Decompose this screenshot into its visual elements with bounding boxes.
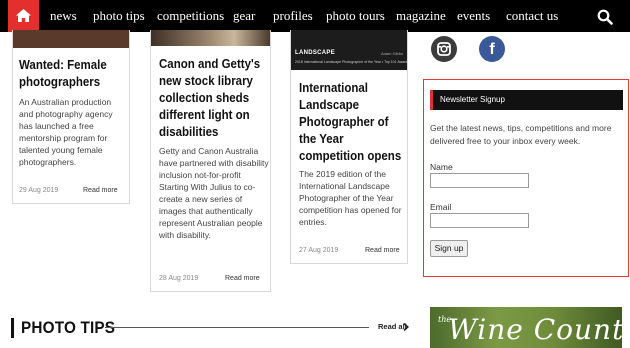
read-more-link[interactable]: Read more [225,275,260,282]
chevron-right-icon[interactable] [403,323,409,331]
article-card[interactable]: Wanted: Female photographers An Australi… [12,30,130,204]
nav-item-photo-tours[interactable]: photo tours [326,0,385,32]
article-excerpt: The 2019 edition of the International La… [299,169,402,227]
article-card[interactable]: LANDSCAPE 2018 International Landscape P… [290,30,408,264]
read-more-link[interactable]: Read more [365,247,400,254]
article-date: 29 Aug 2019 [19,187,59,194]
newsletter-header: Newsletter Signup [430,90,623,110]
article-date: 28 Aug 2019 [159,275,199,282]
search-icon[interactable] [597,9,613,25]
section-accent-bar [11,318,14,338]
nav-item-competitions[interactable]: competitions [157,0,224,32]
instagram-icon [437,42,451,56]
sign-up-button[interactable]: Sign up [430,240,468,257]
instagram-link[interactable] [431,36,457,62]
article-title[interactable]: International Landscape Photographer of … [299,80,408,165]
read-more-link[interactable]: Read more [83,187,118,194]
thumbnail-credit: Adam Gibbs [380,51,403,56]
section-title: PHOTO TIPS [21,318,116,337]
header-accent-bar [430,90,433,110]
article-title[interactable]: Wanted: Female photographers [19,57,128,91]
article-excerpt: An Australian production and photography… [19,97,113,167]
name-field[interactable] [430,173,529,188]
email-field[interactable] [430,213,529,228]
thumbnail-brand: LANDSCAPE [295,50,336,56]
article-title[interactable]: Canon and Getty's new stock library coll… [159,56,268,141]
nav-item-events[interactable]: events [457,0,490,32]
name-label: Name [430,162,453,172]
thumbnail-caption: 2018 International Landscape Photographe… [295,60,408,64]
newsletter-widget: Newsletter Signup Get the latest news, t… [423,79,629,277]
article-date: 27 Aug 2019 [299,247,339,254]
article-card[interactable]: Canon and Getty's new stock library coll… [150,30,271,292]
nav-item-profiles[interactable]: profiles [273,0,313,32]
nav-item-magazine[interactable]: magazine [396,0,446,32]
home-button[interactable] [8,0,39,32]
facebook-icon: f [489,41,495,58]
article-thumbnail[interactable] [13,30,129,48]
home-icon [16,9,31,22]
section-divider [105,327,369,328]
nav-item-photo-tips[interactable]: photo tips [93,0,145,32]
article-thumbnail[interactable]: LANDSCAPE 2018 International Landscape P… [291,30,407,70]
article-thumbnail[interactable] [151,30,270,46]
newsletter-description: Get the latest news, tips, competitions … [430,123,612,146]
newsletter-title: Newsletter Signup [440,95,505,104]
nav-item-contact-us[interactable]: contact us [506,0,558,32]
wine-country-ad[interactable]: the Wine Country [430,307,622,348]
nav-item-news[interactable]: news [50,0,77,32]
main-nav: news photo tips competitions gear profil… [0,0,630,32]
ad-text: Wine Country [448,313,622,346]
nav-item-gear[interactable]: gear [233,0,255,32]
email-label: Email [430,202,452,212]
article-excerpt: Getty and Canon Australia have partnered… [159,146,269,240]
facebook-link[interactable]: f [479,36,505,62]
